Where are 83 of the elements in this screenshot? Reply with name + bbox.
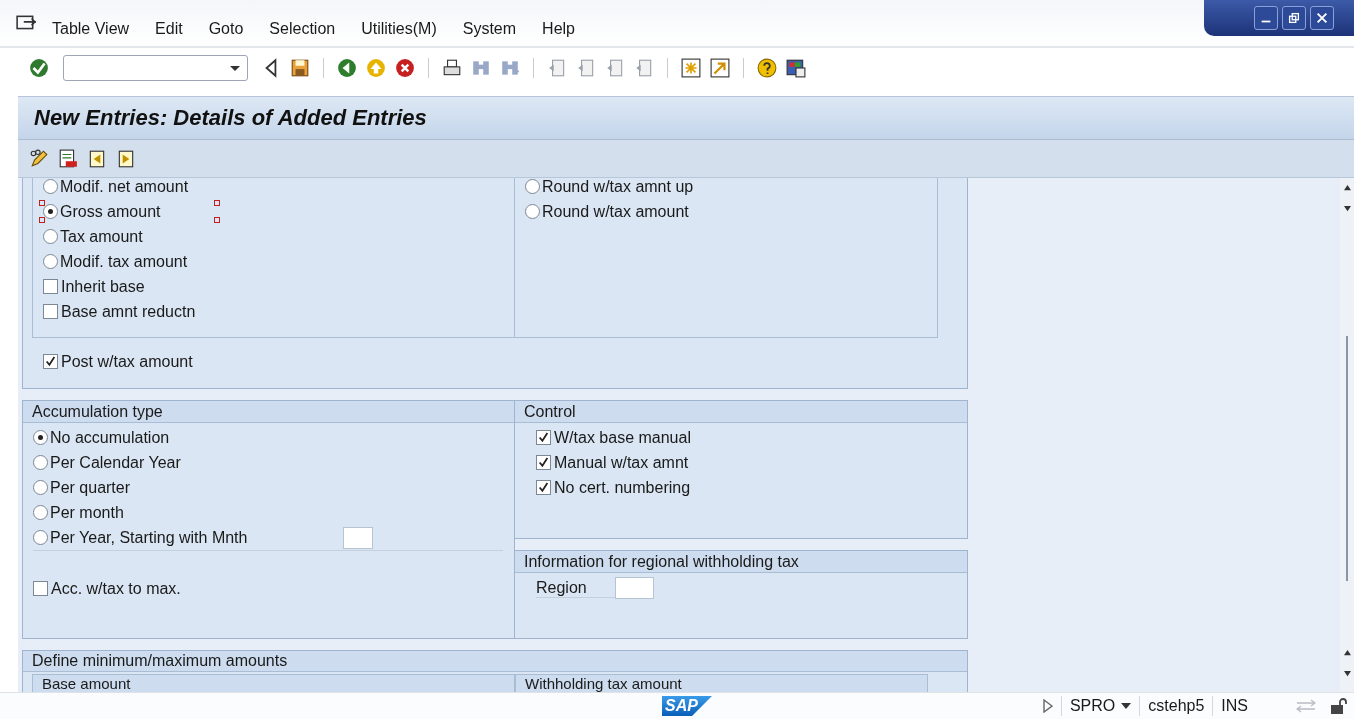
delete-row-icon[interactable] — [58, 148, 78, 169]
radio-button[interactable] — [33, 455, 48, 470]
option-label: Manual w/tax amnt — [554, 453, 689, 472]
layout-icon[interactable] — [786, 58, 806, 78]
radio-button[interactable] — [43, 204, 58, 219]
subgroup-header: Base amount — [32, 674, 515, 692]
menu-item[interactable]: Goto — [208, 8, 244, 38]
option-label: No accumulation — [50, 428, 170, 447]
scroll-up-icon[interactable] — [1342, 184, 1352, 191]
option-label: W/tax base manual — [554, 428, 691, 447]
scroll-down-icon[interactable] — [1342, 670, 1352, 677]
option-label: Acc. w/tax to max. — [51, 579, 181, 598]
restore-icon[interactable] — [1282, 6, 1306, 30]
checkbox[interactable] — [33, 581, 48, 596]
checkbox[interactable] — [43, 304, 58, 319]
scrollbar[interactable] — [1340, 178, 1354, 692]
next-entry-icon[interactable] — [116, 148, 136, 169]
radio-button[interactable] — [43, 179, 58, 194]
radio-button[interactable] — [43, 229, 58, 244]
radio-button[interactable] — [43, 254, 58, 269]
screen-title: New Entries: Details of Added Entries — [18, 96, 1354, 140]
option-label: Per Calendar Year — [50, 453, 181, 472]
close-icon[interactable] — [1310, 6, 1334, 30]
option-label: No cert. numbering — [554, 478, 691, 497]
expand-triangle-icon[interactable] — [1042, 699, 1053, 713]
page-icon[interactable] — [547, 58, 567, 78]
group-header: Information for regional withholding tax — [515, 551, 967, 573]
input-mode[interactable]: INS — [1212, 696, 1256, 716]
option-label: Gross amount — [60, 202, 161, 221]
radio-button[interactable] — [33, 480, 48, 495]
checkbox[interactable] — [43, 354, 58, 369]
shortcut-icon[interactable] — [710, 58, 730, 78]
region-input-field[interactable] — [615, 577, 654, 599]
option-label: Base amnt reductn — [61, 302, 196, 321]
group-header: Control — [515, 401, 967, 423]
radio-button[interactable] — [33, 530, 48, 545]
checkbox[interactable] — [536, 455, 551, 470]
logo: SAP — [662, 696, 712, 716]
subgroup-header: Withholding tax amount — [515, 674, 928, 692]
cancel-icon[interactable] — [395, 58, 415, 78]
page-icon[interactable] — [605, 58, 625, 78]
radio-button[interactable] — [525, 204, 540, 219]
new-session-icon[interactable] — [681, 58, 701, 78]
previous-entry-icon[interactable] — [87, 148, 107, 169]
checkbox[interactable] — [43, 279, 58, 294]
option-label: Round w/tax amnt up — [542, 178, 694, 196]
menu-item[interactable]: Edit — [155, 8, 183, 38]
option-label: Inherit base — [61, 277, 145, 296]
menu-item[interactable]: Table View — [52, 8, 130, 38]
lock-icon[interactable] — [1330, 697, 1348, 715]
group-header: Define minimum/maximum amounts — [23, 651, 967, 672]
menu-item[interactable]: System — [462, 8, 517, 38]
scroll-up-icon[interactable] — [1342, 649, 1352, 656]
help-icon[interactable] — [757, 58, 777, 78]
option-label: Modif. net amount — [60, 178, 189, 196]
page-icon[interactable] — [576, 58, 596, 78]
page-icon[interactable] — [634, 58, 654, 78]
enter-icon[interactable] — [29, 58, 49, 78]
month-input-field[interactable] — [343, 526, 373, 549]
menu-item[interactable]: Utilities(M) — [361, 8, 437, 38]
checkbox[interactable] — [536, 430, 551, 445]
option-label: Per quarter — [50, 478, 131, 497]
option-label: Post w/tax amount — [61, 352, 193, 371]
save-icon[interactable] — [290, 58, 310, 78]
group-header: Accumulation type — [23, 401, 514, 423]
menu-item[interactable]: Help — [542, 8, 575, 38]
radio-button[interactable] — [525, 179, 540, 194]
command-field[interactable] — [63, 55, 248, 81]
menu-item[interactable]: Selection — [269, 8, 336, 38]
checkbox[interactable] — [536, 480, 551, 495]
option-label: Per month — [50, 503, 124, 522]
transaction-dropdown[interactable]: SPRO — [1060, 696, 1140, 716]
radio-button[interactable] — [33, 505, 48, 520]
display-change-icon[interactable] — [29, 148, 49, 169]
scroll-down-icon[interactable] — [1342, 205, 1352, 212]
radio-button[interactable] — [33, 430, 48, 445]
option-label: Round w/tax amount — [542, 202, 689, 221]
server-name: cstehp5 — [1139, 696, 1213, 716]
back-icon[interactable] — [337, 58, 357, 78]
print-icon[interactable] — [442, 58, 462, 78]
option-label: Modif. tax amount — [60, 252, 188, 271]
option-label: Per Year, Starting with Mnth — [50, 528, 248, 547]
option-label: Tax amount — [60, 227, 143, 246]
